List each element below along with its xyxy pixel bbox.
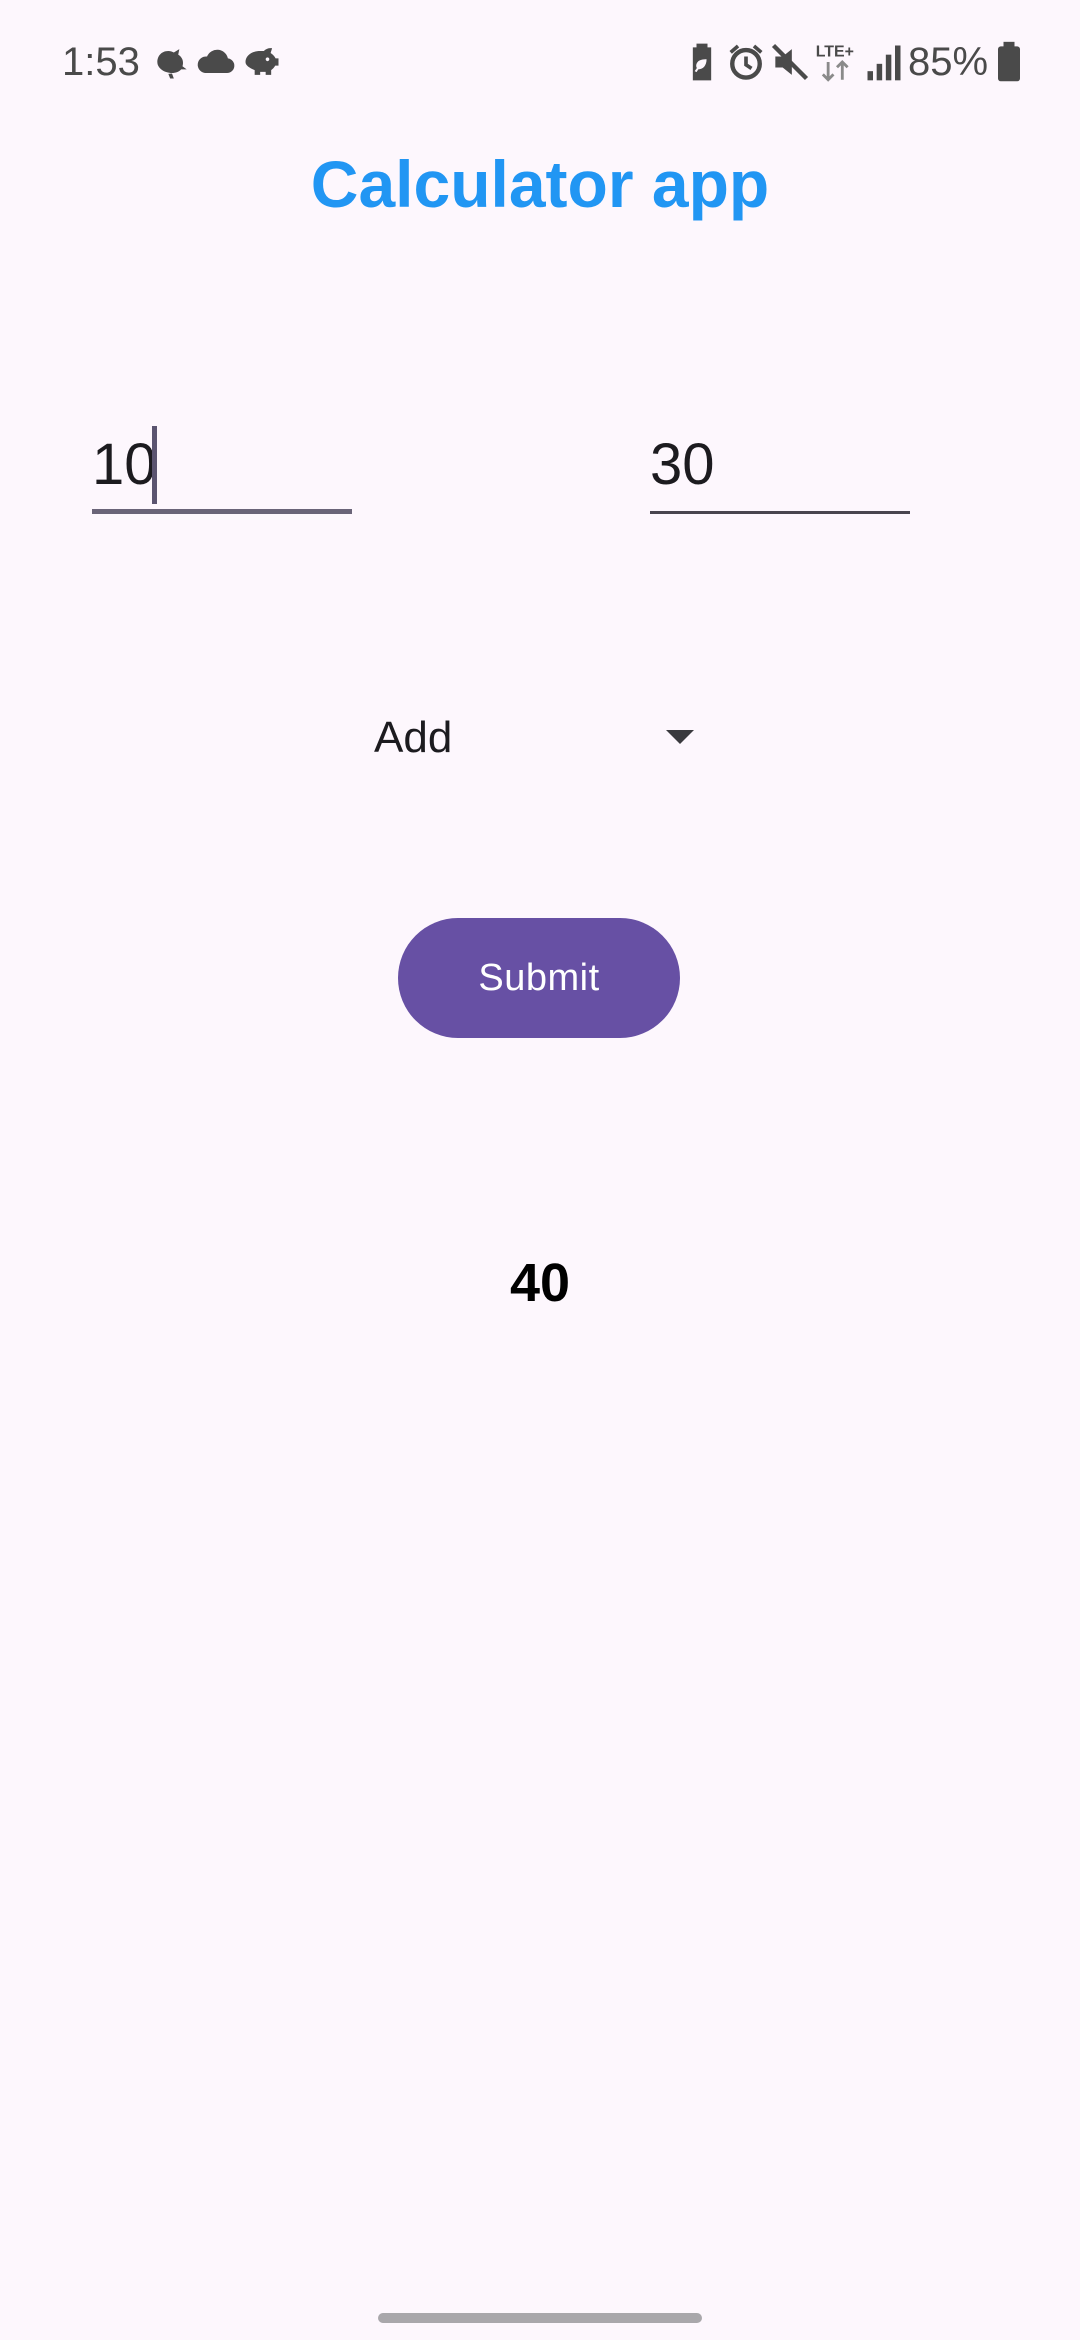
second-number-value: 30 bbox=[650, 432, 715, 497]
page-title: Calculator app bbox=[310, 147, 770, 221]
first-number-value: 10 bbox=[92, 432, 157, 497]
status-bar: 1:53 LTE+ 85% bbox=[0, 0, 1080, 126]
operation-dropdown[interactable]: Add bbox=[360, 700, 720, 776]
home-indicator[interactable] bbox=[378, 2313, 702, 2323]
status-time: 1:53 bbox=[62, 40, 140, 84]
first-number-input[interactable]: 10 bbox=[92, 418, 352, 514]
lte-plus-icon: LTE+ bbox=[814, 40, 860, 84]
mute-icon bbox=[768, 40, 812, 84]
battery-icon bbox=[994, 40, 1024, 84]
alarm-icon bbox=[724, 40, 768, 84]
text-cursor bbox=[152, 426, 157, 504]
signal-icon bbox=[862, 40, 906, 84]
calculator-screen: 1:53 LTE+ 85% Calculator app 10 30 Add S… bbox=[0, 0, 1080, 2340]
battery-percent: 85% bbox=[908, 40, 989, 84]
battery-saver-icon bbox=[680, 40, 724, 84]
operation-selected-label: Add bbox=[374, 713, 453, 762]
lte-label: LTE+ bbox=[816, 44, 854, 61]
bird-icon bbox=[150, 40, 194, 84]
cloud-icon bbox=[194, 40, 238, 84]
second-number-input[interactable]: 30 bbox=[650, 418, 910, 514]
dropdown-arrow-icon bbox=[664, 728, 696, 746]
result-value: 40 bbox=[509, 1253, 571, 1313]
piggy-bank-icon bbox=[240, 40, 284, 84]
submit-button[interactable]: Submit bbox=[398, 918, 680, 1038]
